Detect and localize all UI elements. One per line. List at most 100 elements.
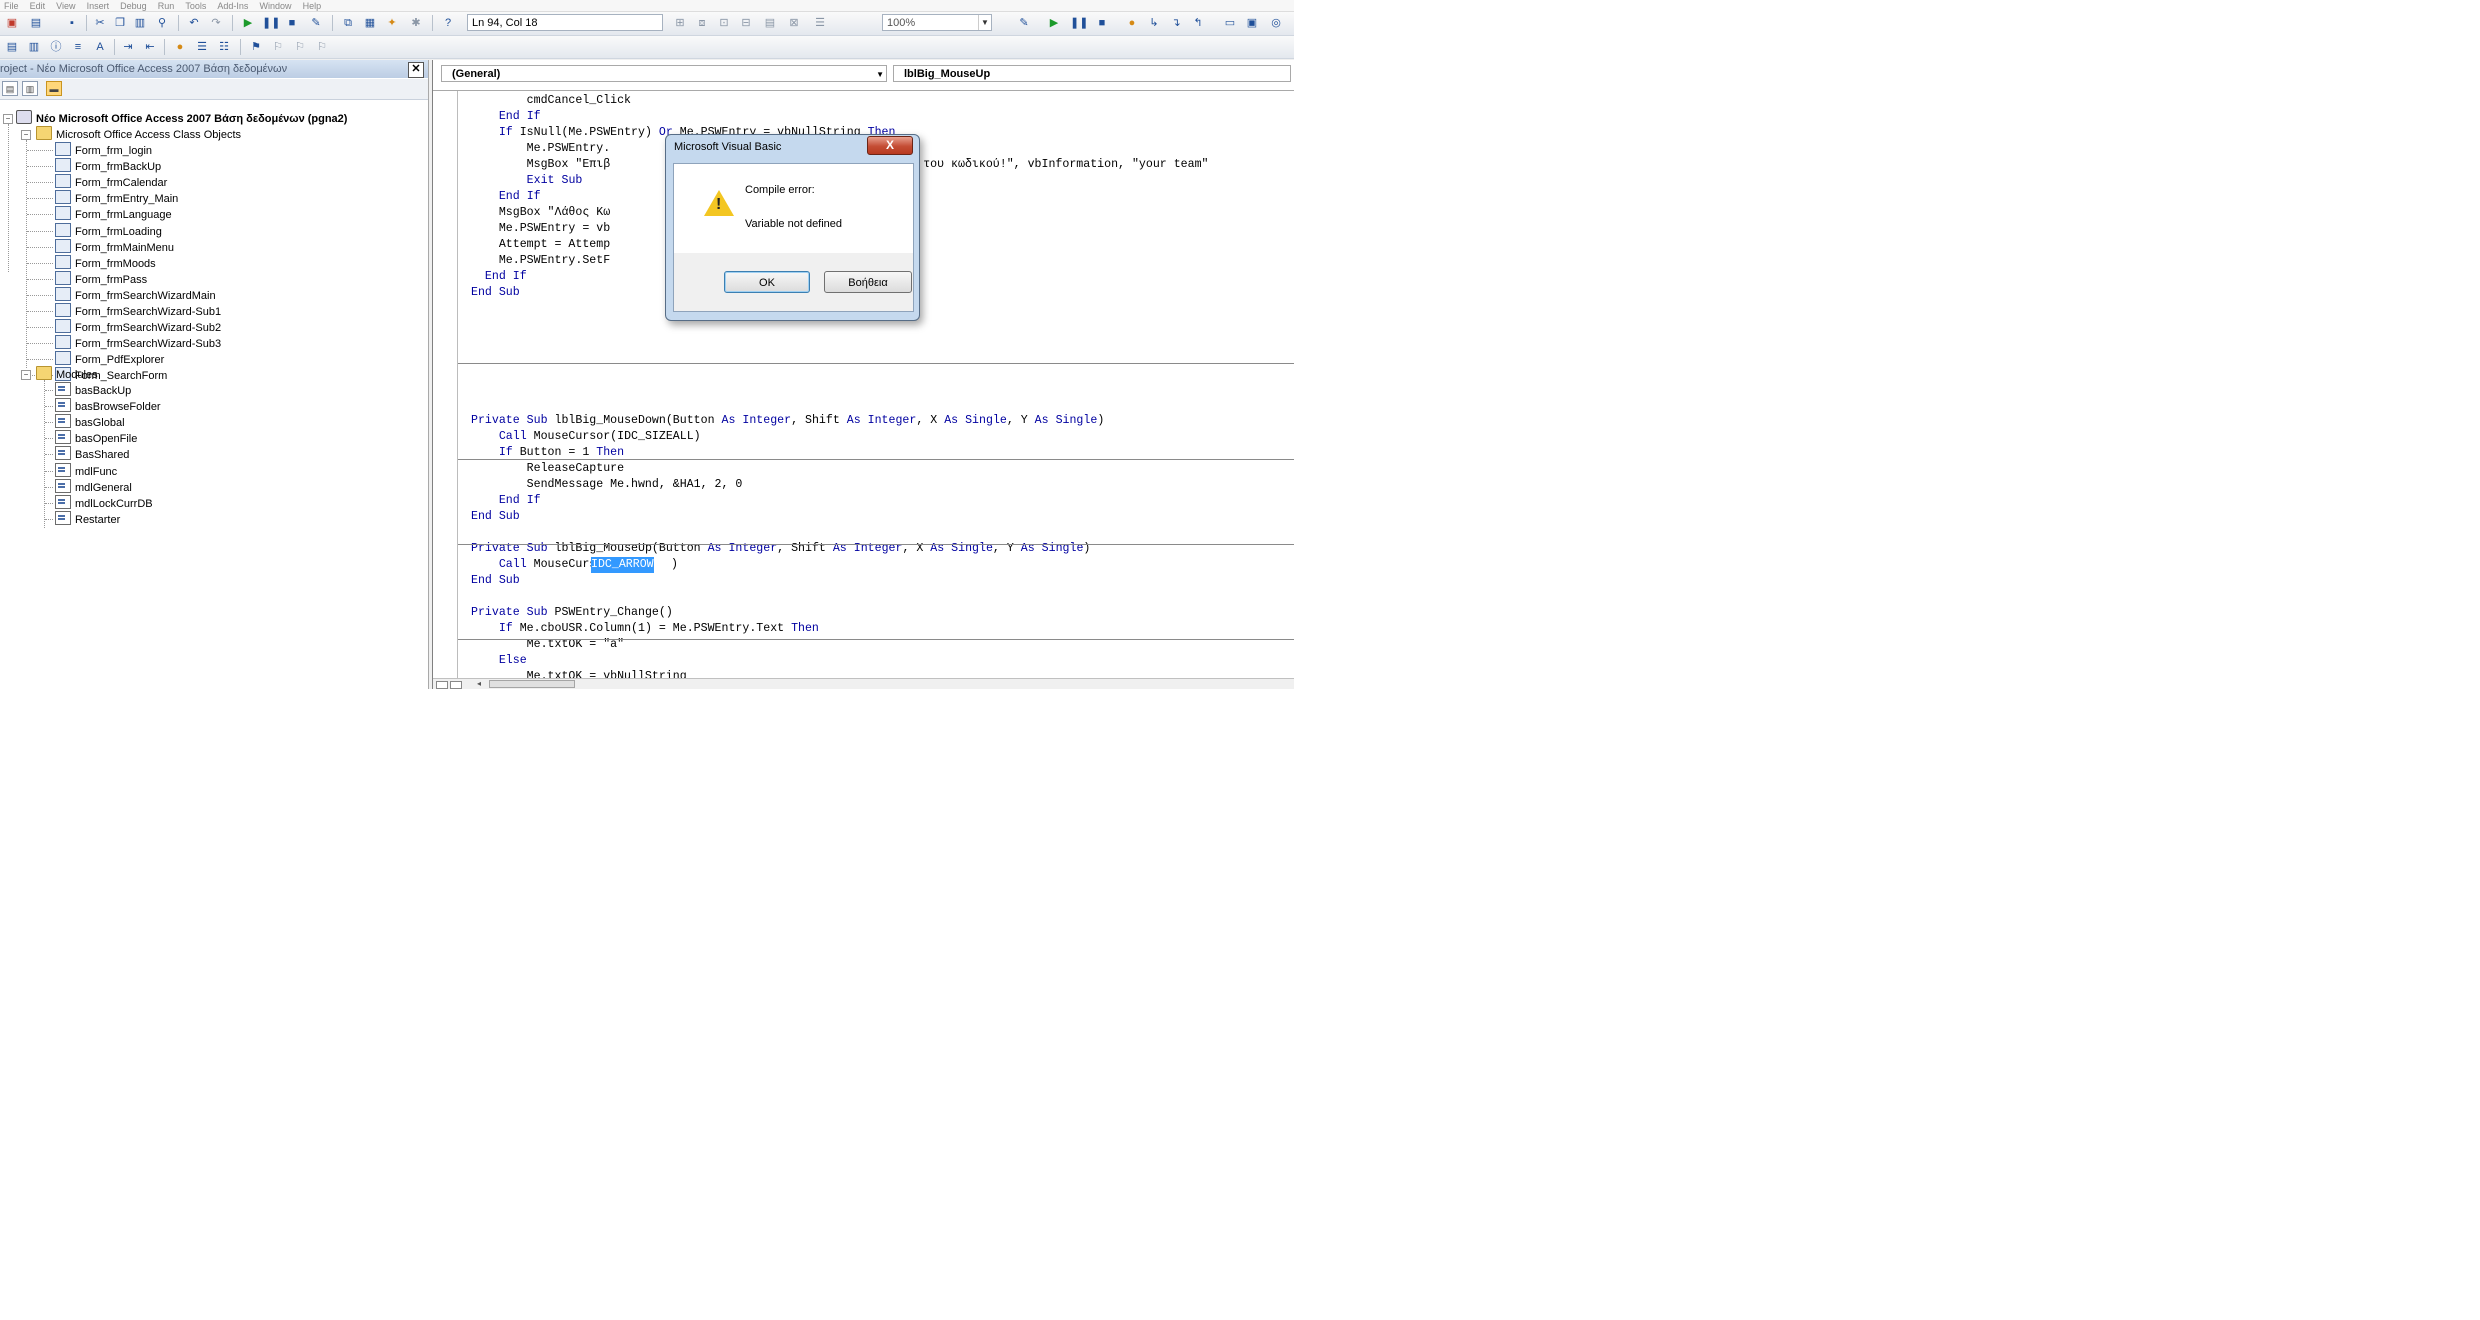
menu-help[interactable]: Help [303,2,322,11]
step-out-icon[interactable]: ↰ [1190,15,1206,31]
help-button[interactable]: Βοήθεια [824,271,912,293]
tree-item-module[interactable]: BasShared [55,446,129,462]
code-line[interactable]: cmdCancel_Click [471,93,631,109]
paste-icon[interactable]: ▥ [132,15,148,31]
view-code-icon[interactable]: ▤ [2,81,18,96]
view-toggle[interactable] [436,680,466,689]
menu-view[interactable]: View [56,2,75,11]
redo-icon[interactable]: ↷ [208,15,224,31]
list-constants-icon[interactable]: ▥ [26,39,42,55]
tree-item-form[interactable]: Form_frmSearchWizard-Sub2 [55,319,221,335]
tree-item-form[interactable]: Form_frmSearchWizard-Sub3 [55,335,221,351]
horizontal-scrollbar[interactable]: ◂ [433,678,1294,689]
tree-item-module[interactable]: Restarter [55,510,120,527]
scroll-left-icon[interactable]: ◂ [477,679,481,689]
align-icon[interactable]: ⊞ [672,15,688,31]
code-line[interactable]: Me.PSWEntry = vb [471,221,610,237]
pause-icon[interactable]: ❚❚ [1070,15,1088,31]
code-line[interactable]: ) [671,557,678,573]
make-same-size-icon[interactable]: ⊠ [786,15,802,31]
tree-item-form[interactable]: Form_frmMoods [55,254,156,271]
menu-debug[interactable]: Debug [120,2,147,11]
code-line[interactable]: ReleaseCapture [471,461,624,477]
menu-file[interactable]: File [4,2,19,11]
tree-folder-class-objects[interactable]: Microsoft Office Access Class Objects [36,126,241,142]
group-icon[interactable]: ⧈ [694,15,710,31]
code-line[interactable]: Else [471,653,527,669]
menu-insert[interactable]: Insert [87,2,110,11]
outdent-icon[interactable]: ⇤ [142,39,158,55]
collapse-icon[interactable]: − [21,370,31,380]
next-bookmark-icon[interactable]: ⚐ [270,39,286,55]
code-line[interactable]: Me.PSWEntry. [471,141,611,157]
stop-icon[interactable]: ■ [1094,15,1110,31]
copy-icon[interactable]: ❐ [112,15,128,31]
cut-icon[interactable]: ✂ [92,15,108,31]
toolbox-icon[interactable]: ✱ [408,15,424,31]
tree-item-module[interactable]: basBrowseFolder [55,398,161,414]
full-module-view-icon[interactable] [450,681,462,689]
tree-item-form[interactable]: Form_frmLanguage [55,206,172,222]
breakpoint-icon[interactable]: ● [172,39,188,55]
collapse-icon[interactable]: − [3,114,13,124]
tree-item-form[interactable]: Form_frm_login [55,142,152,158]
step-over-icon[interactable]: ↴ [1168,15,1184,31]
toggle-breakpoint-icon[interactable]: ● [1124,15,1140,31]
indent-icon[interactable]: ⇥ [120,39,136,55]
insert-userform-icon[interactable]: ▤ [28,15,44,31]
list-properties-icon[interactable]: ▤ [4,39,20,55]
tree-item-form[interactable]: Form_frmCalendar [55,174,167,190]
spacing-icon[interactable]: ☰ [812,15,828,31]
menu-addins[interactable]: Add-Ins [217,2,248,11]
tree-root-database[interactable]: Νέο Microsoft Office Access 2007 Βάση δε… [16,110,347,126]
view-object-icon[interactable]: ▥ [22,81,38,96]
locals-icon[interactable]: ▭ [1222,15,1238,31]
tree-item-module[interactable]: basBackUp [55,382,131,398]
design-mode-icon[interactable]: ✎ [308,15,324,31]
code-line[interactable]: End If [471,493,541,509]
menu-run[interactable]: Run [158,2,175,11]
tree-item-form[interactable]: Form_frmSearchWizard-Sub1 [55,303,221,319]
code-line[interactable]: End If [471,109,541,125]
design-icon[interactable]: ✎ [1016,15,1032,31]
code-line[interactable]: Exit Sub [471,173,583,189]
code-line[interactable]: End Sub [471,573,520,589]
clear-bookmarks-icon[interactable]: ⚐ [314,39,330,55]
code-line[interactable]: End If [471,189,541,205]
code-line[interactable]: End If [471,269,527,285]
tree-item-form[interactable]: Form_frmPass [55,270,147,287]
watch-icon[interactable]: ◎ [1268,15,1284,31]
toggle-bookmark-icon[interactable]: ⚑ [248,39,264,55]
close-icon[interactable]: ✕ [408,62,424,78]
code-line[interactable]: Attempt = Attemp [471,237,610,253]
break-icon[interactable]: ❚❚ [262,15,280,31]
center-icon[interactable]: ▤ [762,15,778,31]
procedure-view-icon[interactable] [436,681,448,689]
complete-word-icon[interactable]: A [92,39,108,55]
code-line[interactable]: SendMessage Me.hwnd, &HA1, 2, 0 [471,477,743,493]
code-line[interactable]: Private Sub PSWEntry_Change() [471,605,673,621]
object-combo[interactable]: (General) ▼ [441,65,887,82]
scrollbar-thumb[interactable] [489,680,575,688]
tree-item-form[interactable]: Form_frmSearchWizardMain [55,286,216,303]
comment-block-icon[interactable]: ☰ [194,39,210,55]
tree-item-form[interactable]: Form_frmBackUp [55,158,161,174]
immediate-icon[interactable]: ▣ [1244,15,1260,31]
uncomment-block-icon[interactable]: ☷ [216,39,232,55]
run-sub-icon[interactable]: ▶ [1046,15,1062,31]
reset-icon[interactable]: ■ [284,15,300,31]
code-line[interactable]: Private Sub lblBig_MouseDown(Button As I… [471,413,1104,429]
procedure-combo[interactable]: lblBig_MouseUp [893,65,1291,82]
object-browser-icon[interactable]: ✦ [384,15,400,31]
tree-folder-modules[interactable]: Modules [36,366,98,382]
code-line[interactable]: End Sub [471,509,520,525]
size-icon[interactable]: ⊟ [738,15,754,31]
tree-item-form[interactable]: Form_frmEntry_Main [55,190,178,206]
tree-item-module[interactable]: mdlGeneral [55,478,132,495]
tree-item-module[interactable]: basOpenFile [55,430,137,446]
previous-bookmark-icon[interactable]: ⚐ [292,39,308,55]
access-icon[interactable]: ▣ [4,15,20,31]
project-explorer-icon[interactable]: ⧉ [340,15,356,31]
menu-edit[interactable]: Edit [30,2,46,11]
tree-item-module[interactable]: mdlLockCurrDB [55,494,153,511]
